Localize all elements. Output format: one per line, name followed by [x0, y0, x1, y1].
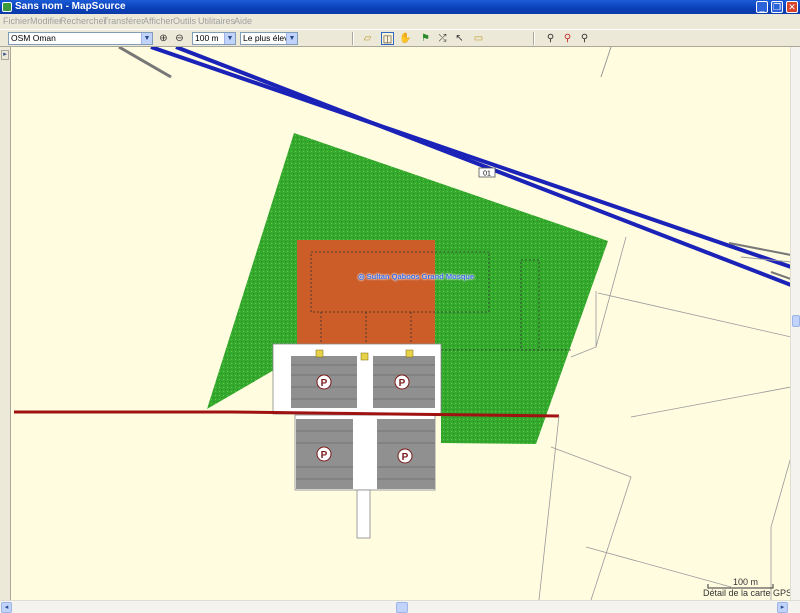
route-tool-icon[interactable]: ⤮ [436, 32, 449, 45]
hand-tool-icon[interactable]: ✋ [399, 32, 412, 45]
toolbar: OSM Oman ▼ ⊕ ⊖ 100 m ▼ Le plus élevé ▼ ▱… [0, 29, 800, 47]
menu-fichier[interactable]: Fichier [3, 16, 30, 26]
map-view[interactable]: 01 P P P P ◎ Sultan Qaboos Grand Mosque … [10, 47, 790, 600]
vertical-scroll-thumb[interactable] [792, 315, 800, 327]
horizontal-scroll-thumb[interactable] [396, 602, 408, 613]
zoom-out-icon[interactable]: ⊖ [173, 32, 186, 45]
close-button[interactable]: ✕ [786, 1, 798, 13]
svg-text:P: P [321, 450, 328, 461]
parking-icon: P [397, 448, 413, 464]
menu-utilitaires[interactable]: Utilitaires [198, 16, 235, 26]
toolbar-separator [352, 32, 354, 45]
menu-rechercher[interactable]: Rechercher [60, 16, 107, 26]
selection-tool-icon[interactable]: ↖ [453, 32, 466, 45]
chevron-down-icon[interactable]: ▼ [224, 33, 235, 44]
menu-transferer[interactable]: Transférer [103, 16, 144, 26]
horizontal-scrollbar[interactable]: ◂ ▸ [0, 600, 800, 613]
waypoint-tool-icon[interactable]: ⚑ [419, 32, 432, 45]
expand-panel-button[interactable]: ▸ [1, 50, 9, 60]
svg-text:P: P [399, 378, 406, 389]
poi-label-text: Sultan Qaboos Grand Mosque [366, 272, 475, 281]
detail-level-select[interactable]: Le plus élevé ▼ [240, 32, 298, 45]
window-title: Sans nom - MapSource [15, 1, 126, 12]
menu-bar: Fichier Modifier Rechercher Transférer A… [0, 14, 800, 29]
zoom-level-select[interactable]: 100 m ▼ [192, 32, 236, 45]
map-canvas[interactable]: 01 P P P P [11, 47, 790, 600]
app-icon [2, 2, 12, 12]
chevron-down-icon[interactable]: ▼ [141, 33, 152, 44]
svg-text:P: P [402, 452, 409, 463]
map-product-select[interactable]: OSM Oman ▼ [8, 32, 153, 45]
title-bar: Sans nom - MapSource _ ❐ ✕ [0, 0, 800, 14]
toolbar-separator [533, 32, 535, 45]
parking-icon: P [316, 446, 332, 462]
chevron-down-icon[interactable]: ▼ [286, 33, 297, 44]
scroll-right-button[interactable]: ▸ [777, 602, 788, 613]
find-nearby-icon[interactable]: ⚲ [578, 32, 591, 45]
menu-outils[interactable]: Outils [173, 16, 196, 26]
zoom-level-value: 100 m [195, 33, 219, 43]
menu-afficher[interactable]: Afficher [143, 16, 173, 26]
scale-label: 100 m [733, 577, 759, 587]
zoom-in-icon[interactable]: ⊕ [157, 32, 170, 45]
poi-label[interactable]: ◎ Sultan Qaboos Grand Mosque [358, 272, 474, 281]
parking-icon: P [394, 374, 410, 390]
vertical-scrollbar[interactable] [790, 47, 800, 600]
map-detail-caption: Détail de la carte GPS [703, 588, 790, 598]
menu-modifier[interactable]: Modifier [30, 16, 62, 26]
street-line [600, 47, 612, 78]
parking-icon: P [316, 374, 332, 390]
mosque-icon: ◎ [358, 272, 365, 281]
minimize-button[interactable]: _ [756, 1, 768, 13]
zoom-tool-icon[interactable]: ◫ [381, 32, 394, 45]
select-map-icon[interactable]: ▱ [361, 32, 374, 45]
distance-tool-icon[interactable]: ▭ [472, 32, 485, 45]
map-product-value: OSM Oman [11, 33, 56, 43]
find-address-icon[interactable]: ⚲ [561, 32, 574, 45]
side-panel-strip: ▸ [0, 47, 10, 600]
svg-text:P: P [321, 378, 328, 389]
menu-aide[interactable]: Aide [234, 16, 252, 26]
restore-button[interactable]: ❐ [771, 1, 783, 13]
road-shield-label: 01 [483, 171, 491, 178]
scroll-left-button[interactable]: ◂ [1, 602, 12, 613]
find-icon[interactable]: ⚲ [544, 32, 557, 45]
